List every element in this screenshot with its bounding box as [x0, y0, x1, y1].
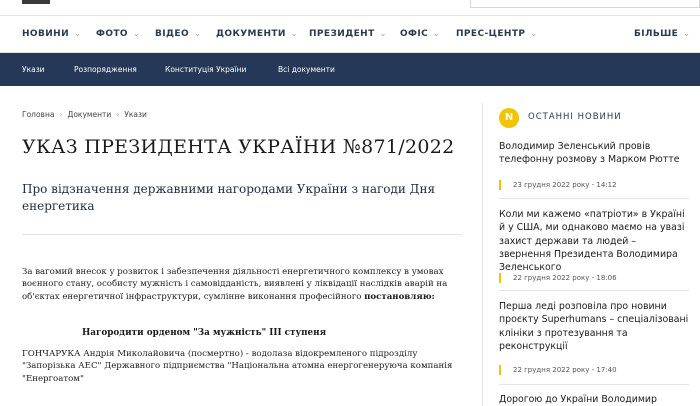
breadcrumb-documents[interactable]: Документи: [67, 110, 111, 119]
subnav-item-all-documents[interactable]: Всі документи: [278, 65, 335, 74]
news-title[interactable]: Коли ми кажемо «патріоти» в Україні й у …: [499, 208, 689, 274]
news-badge-icon: N: [499, 108, 519, 128]
subnav-item-orders[interactable]: Розпорядження: [74, 65, 137, 74]
decree-decision-word: постановляю:: [364, 291, 435, 302]
chevron-down-icon: ⌄: [433, 29, 441, 38]
nav-item-documents[interactable]: ДОКУМЕНТИ ⌄: [216, 29, 298, 39]
news-divider: [499, 290, 689, 291]
news-title[interactable]: Володимир Зеленський провів телефонну ро…: [499, 140, 689, 167]
chevron-down-icon: ⌄: [194, 29, 202, 38]
news-divider: [499, 384, 689, 385]
news-date: 23 грудня 2022 року - 14:12: [499, 180, 617, 190]
page-title: УКАЗ ПРЕЗИДЕНТА УКРАЇНИ №871/2022: [22, 136, 455, 158]
breadcrumb-separator-icon: ›: [59, 110, 63, 119]
nav-item-label: НОВИНИ: [22, 29, 70, 39]
award-recipient: ГОНЧАРУКА Андрія Миколайовича (посмертно…: [22, 349, 453, 384]
breadcrumb-decrees[interactable]: Укази: [124, 110, 147, 119]
nav-item-press-center[interactable]: ПРЕС-ЦЕНТР ⌄: [456, 29, 538, 39]
nav-item-label: БІЛЬШЕ: [634, 29, 679, 39]
divider: [22, 234, 462, 235]
news-item[interactable]: Коли ми кажемо «патріоти» в Україні й у …: [499, 208, 689, 283]
decree-subtitle: Про відзначення державними нагородами Ук…: [22, 182, 436, 213]
news-divider: [499, 198, 689, 199]
nav-item-president[interactable]: ПРЕЗИДЕНТ ⌄: [309, 29, 387, 39]
subnav-item-constitution[interactable]: Конституція України: [165, 65, 246, 74]
news-title[interactable]: Дорогою до України Володимир: [499, 393, 689, 406]
nav-item-label: ОФІС: [400, 29, 429, 39]
news-title[interactable]: Перша леді розповіла про новини проєкту …: [499, 300, 689, 353]
nav-item-label: ВІДЕО: [155, 29, 190, 39]
nav-item-label: ФОТО: [96, 29, 128, 39]
nav-item-label: ПРЕС-ЦЕНТР: [456, 29, 526, 39]
nav-item-office[interactable]: ОФІС ⌄: [400, 29, 440, 39]
breadcrumb-home[interactable]: Головна: [22, 110, 54, 119]
search-input[interactable]: [470, 0, 700, 8]
news-item[interactable]: Володимир Зеленський провів телефонну ро…: [499, 140, 689, 190]
chevron-down-icon: ⌄: [290, 29, 298, 38]
main-navigation: НОВИНИ ⌄ ФОТО ⌄ ВІДЕО ⌄ ДОКУМЕНТИ ⌄ ПРЕЗИДЕН…: [0, 17, 700, 53]
nav-item-label: ПРЕЗИДЕНТ: [309, 29, 375, 39]
nav-item-more[interactable]: БІЛЬШЕ ⌄: [634, 29, 690, 39]
site-logo[interactable]: [22, 0, 50, 4]
top-header-strip: [0, 0, 700, 16]
chevron-down-icon: ⌄: [132, 29, 141, 38]
latest-news-heading: ОСТАННІ НОВИНИ: [528, 112, 622, 122]
breadcrumb: Головна › Документи › Укази: [22, 110, 147, 119]
chevron-down-icon: ⌄: [683, 29, 691, 38]
news-date: 22 грудня 2022 року - 18:06: [499, 273, 617, 283]
news-item[interactable]: Дорогою до України Володимир: [499, 393, 689, 406]
nav-item-video[interactable]: ВІДЕО ⌄: [155, 29, 201, 39]
award-heading: Нагородити орденом "За мужність" III сту…: [82, 328, 327, 338]
nav-item-label: ДОКУМЕНТИ: [216, 29, 286, 39]
sidebar-divider: [482, 103, 483, 406]
subnav-item-decrees[interactable]: Укази: [22, 65, 45, 74]
nav-item-news[interactable]: НОВИНИ ⌄: [22, 29, 81, 39]
news-item[interactable]: Перша леді розповіла про новини проєкту …: [499, 300, 689, 375]
chevron-down-icon: ⌄: [74, 29, 82, 38]
chevron-down-icon: ⌄: [530, 29, 538, 38]
documents-subnav: Укази Розпорядження Конституція України …: [0, 53, 700, 86]
news-date: 22 грудня 2022 року - 17:40: [499, 365, 617, 375]
decree-body: За вагомий внесок у розвиток і забезпече…: [22, 266, 462, 303]
nav-item-photo[interactable]: ФОТО ⌄: [96, 29, 140, 39]
breadcrumb-separator-icon: ›: [116, 110, 120, 119]
chevron-down-icon: ⌄: [379, 29, 387, 38]
